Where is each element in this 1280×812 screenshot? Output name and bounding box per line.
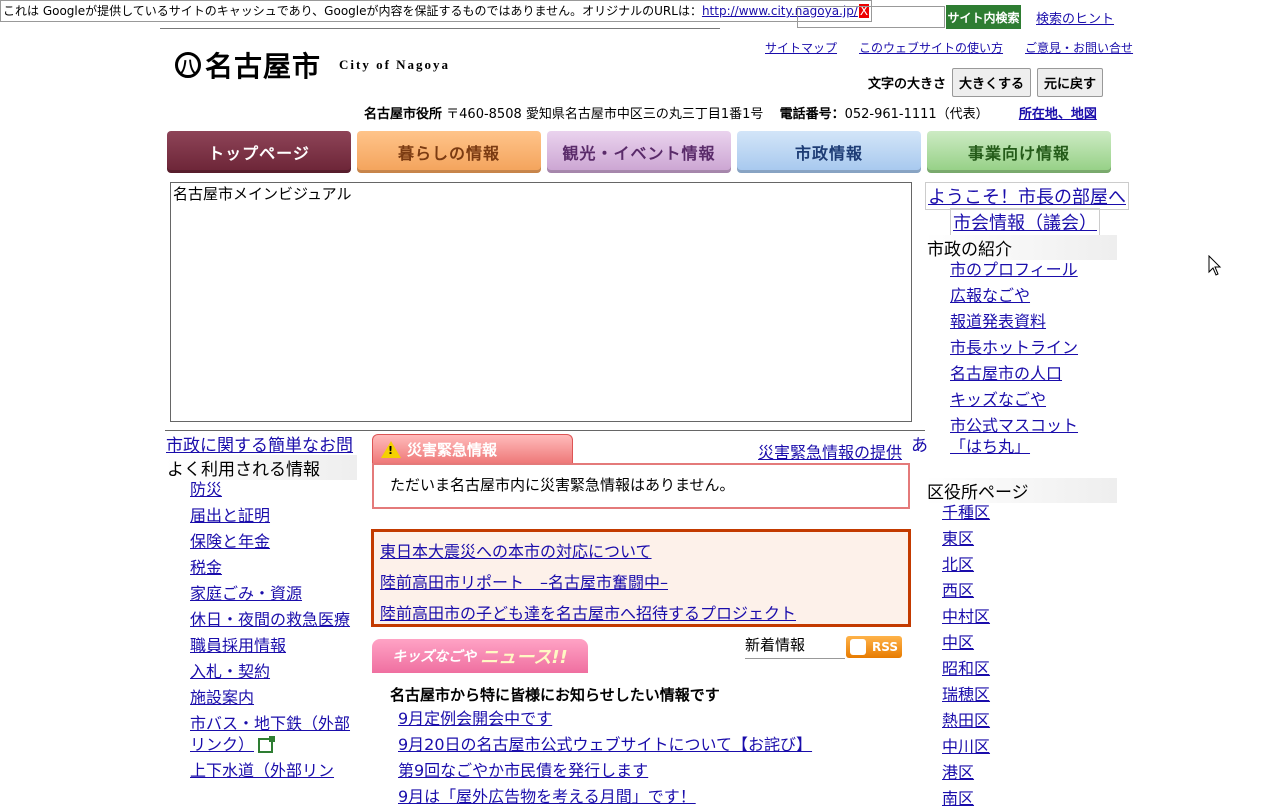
notice-list: 9月定例会開会中です 9月20日の名古屋市公式ウェブサイトについて【お詫び】 第… — [398, 706, 812, 810]
mayor-room-link[interactable]: ようこそ！市長の部屋へ — [925, 182, 1129, 210]
link-mayor-hotline[interactable]: 市長ホットライン — [950, 338, 1078, 357]
link-city-profile[interactable]: 市のプロフィール — [950, 260, 1078, 279]
tab-tourism-events[interactable]: 観光・イベント情報 — [547, 131, 731, 173]
city-hall-address: 名古屋市役所 〒460-8508 愛知県名古屋市中区三の丸三丁目1番1号 電話番… — [364, 103, 1097, 122]
external-link-icon — [258, 736, 276, 753]
link-facilities[interactable]: 施設案内 — [190, 688, 254, 707]
link-insurance-pension[interactable]: 保険と年金 — [190, 532, 270, 551]
link-emergency-medical[interactable]: 休日・夜間の救急医療 — [190, 610, 350, 629]
rikuzentakata-children-link[interactable]: 陸前高田市の子ども達を名古屋市へ招待するプロジェクト — [380, 604, 796, 623]
link-garbage-recycling[interactable]: 家庭ごみ・資源 — [190, 584, 302, 603]
ward-link[interactable]: 港区 — [942, 763, 974, 782]
phone-label: 電話番号： — [779, 107, 845, 122]
city-council-link[interactable]: 市会情報（議会） — [950, 208, 1100, 236]
earthquake-response-link[interactable]: 東日本大震災への本市の対応について — [380, 542, 652, 561]
kids-banner-big: ニュース!! — [480, 647, 568, 668]
sitemap-link[interactable]: サイトマップ — [765, 39, 837, 56]
link-mascot[interactable]: 市公式マスコット「はち丸」 — [950, 416, 1078, 456]
warning-icon: ! — [381, 441, 401, 458]
city-intro-heading: 市政の紹介 — [925, 235, 1117, 260]
ward-link[interactable]: 東区 — [942, 529, 974, 548]
kids-nagoya-news-banner[interactable]: キッズなごや ニュース!! — [372, 639, 588, 673]
how-to-use-link[interactable]: このウェブサイトの使い方 — [859, 39, 1003, 56]
location-map-link[interactable]: 所在地、地図 — [1019, 107, 1097, 122]
ward-link[interactable]: 中村区 — [942, 607, 990, 626]
tab-top-page[interactable]: トップページ — [167, 131, 351, 173]
earthquake-links-box: 東日本大震災への本市の対応について 陸前高田市リポート –名古屋市奮闘中– 陸前… — [371, 529, 911, 627]
logo-english: City of Nagoya — [339, 57, 451, 72]
frequent-info-list: 防災 届出と証明 保険と年金 税金 家庭ごみ・資源 休日・夜間の救急医療 職員採… — [190, 479, 350, 786]
phone-number: 052-961-1111（代表） — [844, 107, 989, 122]
utility-links: サイトマップ このウェブサイトの使い方 ご意見・お問い合せ — [765, 39, 1133, 56]
kids-banner-small: キッズなごや — [392, 649, 477, 665]
font-larger-button[interactable]: 大きくする — [952, 68, 1032, 97]
rss-icon — [850, 639, 866, 655]
main-visual: 名古屋市メインビジュアル — [170, 182, 912, 422]
link-kids-nagoya[interactable]: キッズなごや — [950, 390, 1046, 409]
notice-heading: 名古屋市から特に皆様にお知らせしたい情報です — [390, 686, 720, 704]
emergency-tab: ! 災害緊急情報 — [372, 434, 573, 464]
site-search-button[interactable]: サイト内検索 — [946, 5, 1021, 29]
notice-item[interactable]: 9月20日の名古屋市公式ウェブサイトについて【お詫び】 — [398, 735, 812, 754]
link-koho-nagoya[interactable]: 広報なごや — [950, 286, 1030, 305]
ward-link[interactable]: 瑞穂区 — [942, 685, 990, 704]
simple-inquiry-link[interactable]: 市政に関する簡単なお問 — [166, 431, 353, 456]
cache-banner-text: これは Googleが提供しているサイトのキャッシュであり、Googleが内容を… — [3, 4, 702, 18]
contact-link[interactable]: ご意見・お問い合せ — [1025, 39, 1133, 56]
frequent-info-heading: よく利用される情報 — [165, 455, 357, 480]
font-reset-button[interactable]: 元に戻す — [1037, 68, 1104, 97]
postal-address: 〒460-8508 愛知県名古屋市中区三の丸三丁目1番1号 — [446, 107, 764, 122]
ward-list: 千種区 東区 北区 西区 中村区 中区 昭和区 瑞穂区 熱田区 中川区 港区 南… — [942, 500, 990, 812]
link-press-releases[interactable]: 報道発表資料 — [950, 312, 1046, 331]
ward-link[interactable]: 昭和区 — [942, 659, 990, 678]
link-population[interactable]: 名古屋市の人口 — [950, 364, 1062, 383]
notice-item[interactable]: 9月は「屋外広告物を考える月間」です！ — [398, 787, 696, 806]
emergency-info-provision-link[interactable]: 災害緊急情報の提供 — [758, 439, 902, 463]
site-search-input[interactable] — [797, 6, 945, 28]
city-emblem-icon: 八 — [175, 52, 201, 78]
logo-japanese: 名古屋市 — [205, 50, 322, 83]
notice-item[interactable]: 第9回なごやか市民債を発行します — [398, 761, 648, 780]
ward-link[interactable]: 千種区 — [942, 503, 990, 522]
link-taxes[interactable]: 税金 — [190, 558, 222, 577]
ward-link[interactable]: 北区 — [942, 555, 974, 574]
search-hint-link[interactable]: 検索のヒント — [1036, 8, 1114, 27]
ward-link[interactable]: 中区 — [942, 633, 974, 652]
tab-business-info[interactable]: 事業向け情報 — [927, 131, 1111, 173]
office-name: 名古屋市役所 — [364, 107, 443, 122]
link-notifications[interactable]: 届出と証明 — [190, 506, 270, 525]
rss-label: RSS — [872, 640, 898, 654]
emergency-tab-label: 災害緊急情報 — [407, 441, 498, 459]
ward-link[interactable]: 南区 — [942, 789, 974, 808]
link-bidding[interactable]: 入札・契約 — [190, 662, 270, 681]
site-logo[interactable]: 八 名古屋市 City of Nagoya — [175, 48, 451, 83]
notice-item[interactable]: 9月定例会開会中です — [398, 709, 552, 728]
link-water-sewer[interactable]: 上下水道（外部リン — [190, 761, 334, 780]
tab-city-administration[interactable]: 市政情報 — [737, 131, 921, 173]
new-info-label: 新着情報 — [745, 634, 845, 659]
link-recruitment[interactable]: 職員採用情報 — [190, 636, 286, 655]
font-size-controls: 文字の大きさ 大きくする 元に戻す — [868, 68, 1104, 97]
mouse-cursor-icon — [1208, 255, 1222, 276]
cache-banner: これは Googleが提供しているサイトのキャッシュであり、Googleが内容を… — [0, 0, 873, 22]
font-size-label: 文字の大きさ — [868, 77, 947, 92]
main-navigation: トップページ 暮らしの情報 観光・イベント情報 市政情報 事業向け情報 — [167, 131, 1111, 173]
emergency-message-box: ただいま名古屋市内に災害緊急情報はありません。 — [372, 463, 910, 509]
tab-living-info[interactable]: 暮らしの情報 — [357, 131, 541, 173]
city-intro-list: 市のプロフィール 広報なごや 報道発表資料 市長ホットライン 名古屋市の人口 キ… — [950, 259, 1090, 462]
truncated-link-text[interactable]: あ — [911, 431, 928, 456]
ward-link[interactable]: 西区 — [942, 581, 974, 600]
rikuzentakata-report-link[interactable]: 陸前高田市リポート –名古屋市奮闘中– — [380, 573, 668, 592]
ward-link[interactable]: 熱田区 — [942, 711, 990, 730]
link-disaster-prevention[interactable]: 防災 — [190, 480, 222, 499]
rss-button[interactable]: RSS — [846, 636, 902, 658]
ward-link[interactable]: 中川区 — [942, 737, 990, 756]
